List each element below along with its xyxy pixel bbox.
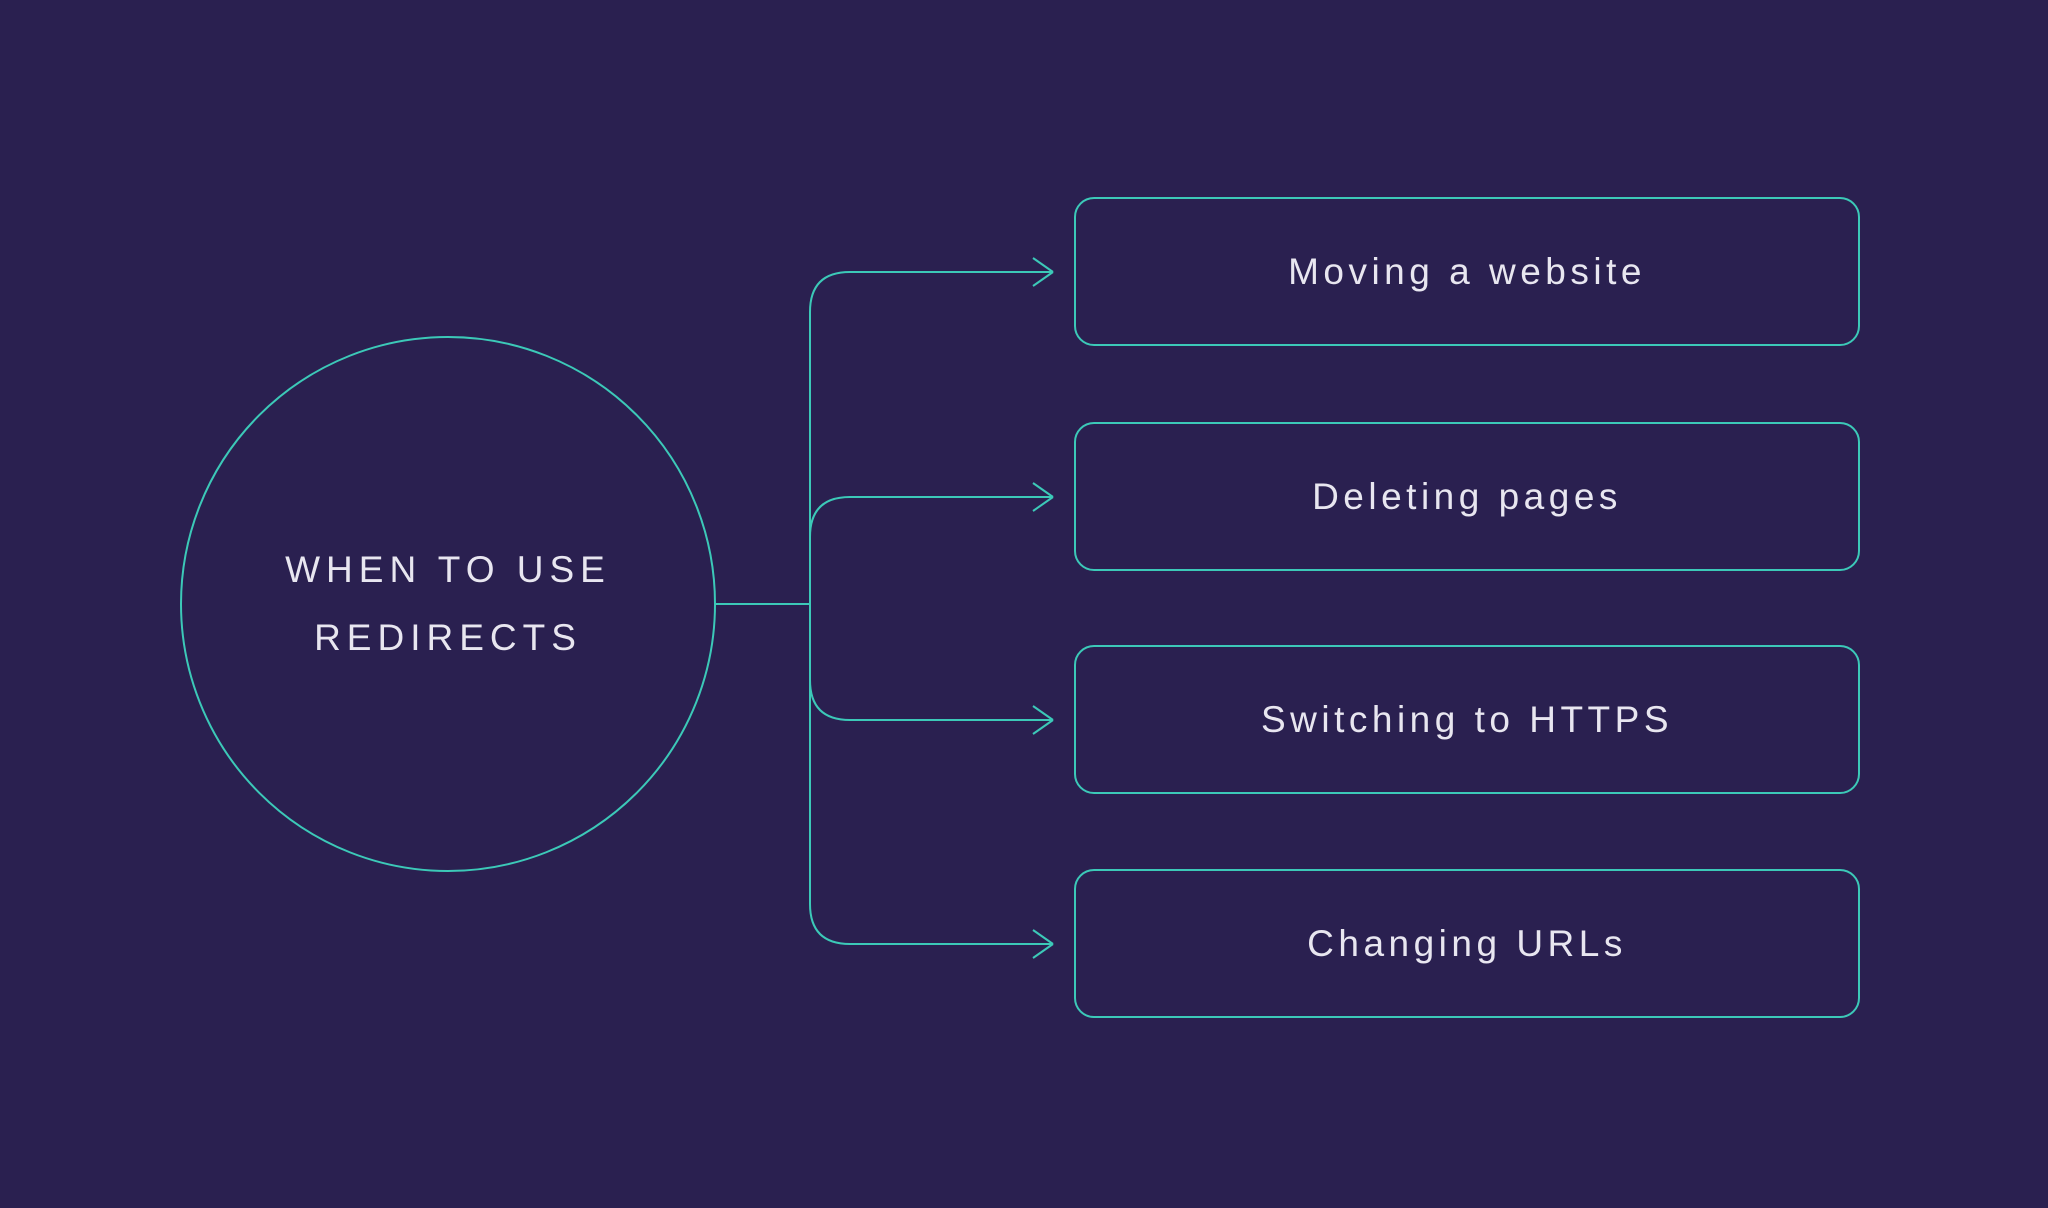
connector-branch-3 <box>810 604 1053 944</box>
arrowhead-0-top <box>1033 258 1053 272</box>
diagram-container: WHEN TO USE REDIRECTS Moving a website D… <box>0 0 2048 1208</box>
connector-branch-0 <box>810 272 1053 604</box>
center-title-line2: REDIRECTS <box>314 617 582 658</box>
connector-branch-1 <box>810 497 1053 604</box>
center-title-line1: WHEN TO USE <box>285 549 611 590</box>
arrowhead-3-bottom <box>1033 944 1053 958</box>
item-node-3: Changing URLs <box>1074 869 1860 1018</box>
arrowhead-3-top <box>1033 930 1053 944</box>
item-label: Switching to HTTPS <box>1261 699 1673 741</box>
item-node-1: Deleting pages <box>1074 422 1860 571</box>
item-node-0: Moving a website <box>1074 197 1860 346</box>
arrowhead-1-top <box>1033 483 1053 497</box>
arrowhead-1-bottom <box>1033 497 1053 511</box>
item-label: Deleting pages <box>1312 476 1622 518</box>
arrowhead-0-bottom <box>1033 272 1053 286</box>
center-title: WHEN TO USE REDIRECTS <box>285 536 611 673</box>
item-node-2: Switching to HTTPS <box>1074 645 1860 794</box>
arrowhead-2-bottom <box>1033 720 1053 734</box>
item-label: Moving a website <box>1288 251 1646 293</box>
arrowhead-2-top <box>1033 706 1053 720</box>
center-node: WHEN TO USE REDIRECTS <box>180 336 716 872</box>
item-label: Changing URLs <box>1307 923 1627 965</box>
connector-branch-2 <box>810 604 1053 720</box>
